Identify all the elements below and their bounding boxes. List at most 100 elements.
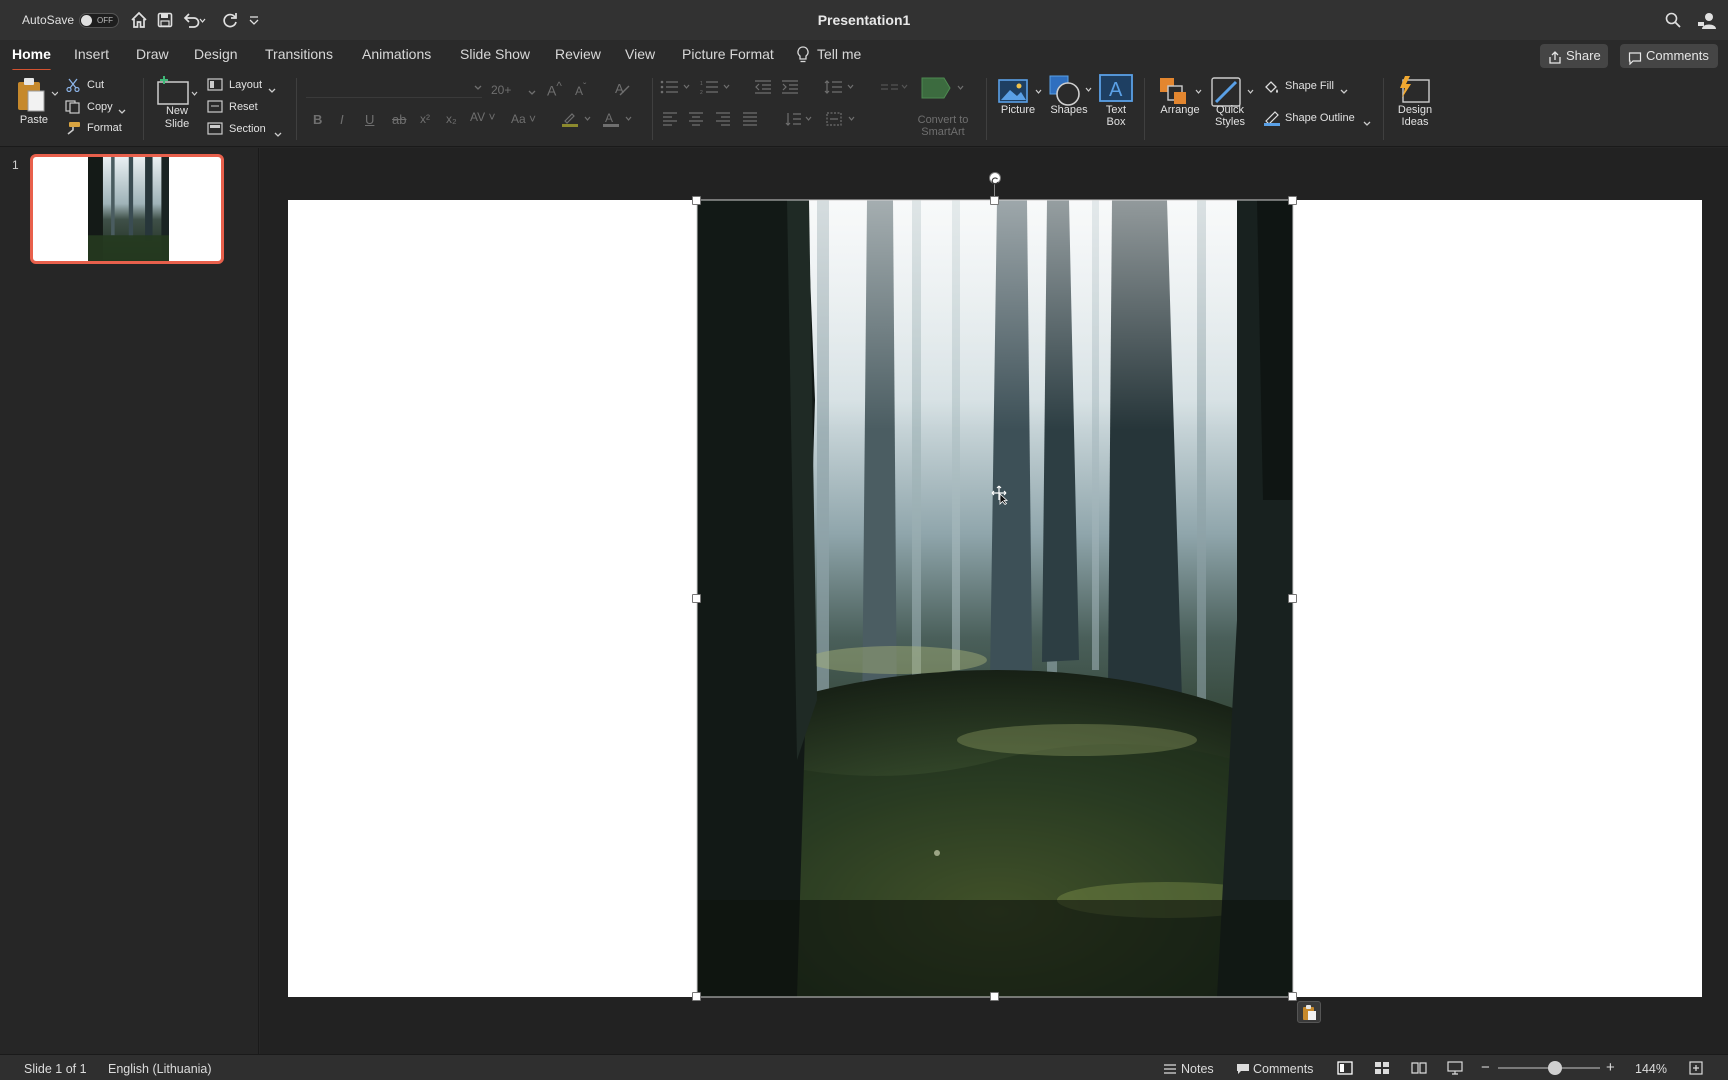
- italic-icon[interactable]: I: [340, 112, 344, 127]
- font-size-chevron-icon[interactable]: [528, 84, 536, 102]
- decrease-font-size-icon[interactable]: Aˇ: [575, 82, 586, 98]
- section-button[interactable]: Section: [229, 123, 266, 135]
- strikethrough-icon[interactable]: ab: [392, 112, 406, 127]
- resize-handle-bottom-right[interactable]: [1288, 992, 1297, 1001]
- numbering-icon[interactable]: 12: [700, 80, 734, 99]
- zoom-level[interactable]: 144%: [1635, 1062, 1667, 1076]
- resize-handle-bottom[interactable]: [990, 992, 999, 1001]
- slide-show-icon[interactable]: [1447, 1061, 1463, 1078]
- language-indicator[interactable]: English (Lithuania): [108, 1062, 212, 1076]
- section-chevron-icon[interactable]: [274, 126, 282, 144]
- tab-draw[interactable]: Draw: [136, 46, 169, 62]
- comments-status-icon: [1236, 1063, 1250, 1078]
- fit-to-window-icon[interactable]: [1689, 1061, 1703, 1078]
- resize-handle-top-right[interactable]: [1288, 196, 1297, 205]
- tell-me-search[interactable]: Tell me: [817, 46, 861, 62]
- normal-view-icon[interactable]: [1337, 1061, 1353, 1078]
- justify-icon[interactable]: [742, 112, 758, 131]
- decrease-indent-icon[interactable]: [754, 80, 772, 99]
- tab-insert[interactable]: Insert: [74, 46, 109, 62]
- font-color-icon[interactable]: A: [602, 110, 634, 133]
- shape-outline-chevron-icon[interactable]: [1363, 115, 1371, 133]
- shape-fill-chevron-icon[interactable]: [1340, 83, 1348, 101]
- slide-thumbnail[interactable]: [30, 154, 224, 264]
- tab-review[interactable]: Review: [555, 46, 601, 62]
- slide-sorter-icon[interactable]: [1374, 1061, 1390, 1078]
- svg-text:A: A: [615, 81, 624, 96]
- align-left-icon[interactable]: [662, 112, 678, 131]
- columns-icon[interactable]: [880, 79, 910, 100]
- bold-icon[interactable]: B: [313, 112, 322, 127]
- superscript-icon[interactable]: x²: [420, 112, 430, 126]
- shape-fill-button[interactable]: Shape Fill: [1285, 80, 1334, 92]
- shapes-icon[interactable]: [1048, 74, 1094, 108]
- shape-outline-icon: [1263, 110, 1281, 131]
- tab-picture-format[interactable]: Picture Format: [682, 46, 774, 62]
- bullets-icon[interactable]: [660, 80, 694, 99]
- paste-button[interactable]: [16, 76, 59, 118]
- copy-dropdown-chevron-icon[interactable]: [118, 103, 126, 121]
- arrange-label: Arrange: [1160, 104, 1200, 116]
- convert-to-smartart-icon[interactable]: [918, 76, 968, 107]
- new-slide-label-1: New: [165, 105, 188, 117]
- align-text-icon[interactable]: [825, 111, 861, 132]
- font-size-select[interactable]: 20+: [491, 83, 511, 97]
- comments-status-button[interactable]: Comments: [1253, 1062, 1313, 1076]
- notes-button[interactable]: Notes: [1181, 1062, 1214, 1076]
- tab-slide-show[interactable]: Slide Show: [460, 46, 530, 62]
- convert-to-smartart-label-1: Convert to: [917, 114, 969, 126]
- format-painter-button[interactable]: Format: [87, 122, 122, 134]
- highlight-color-icon[interactable]: [561, 110, 593, 133]
- reset-button[interactable]: Reset: [229, 101, 258, 113]
- increase-indent-icon[interactable]: [781, 80, 799, 99]
- quick-styles-label-2: Styles: [1215, 116, 1245, 128]
- account-icon[interactable]: [1697, 11, 1716, 29]
- rotate-handle-icon[interactable]: [989, 172, 1001, 185]
- zoom-out-icon[interactable]: −: [1481, 1059, 1490, 1076]
- layout-button[interactable]: Layout: [229, 79, 262, 91]
- convert-to-smartart-label-2: SmartArt: [921, 126, 965, 138]
- resize-handle-bottom-left[interactable]: [692, 992, 701, 1001]
- design-ideas-label-2: Ideas: [1401, 116, 1429, 128]
- character-spacing-icon[interactable]: AV ˅: [470, 110, 495, 124]
- text-box-icon[interactable]: A: [1099, 74, 1133, 104]
- tab-transitions[interactable]: Transitions: [265, 46, 333, 62]
- subscript-icon[interactable]: x₂: [446, 112, 457, 126]
- move-cursor-icon: [991, 485, 1011, 510]
- tab-design[interactable]: Design: [194, 46, 238, 62]
- paste-options-button[interactable]: [1297, 1001, 1321, 1023]
- comments-button[interactable]: Comments: [1620, 44, 1718, 68]
- resize-handle-top-left[interactable]: [692, 196, 701, 205]
- tab-animations[interactable]: Animations: [362, 46, 431, 62]
- ribbon-separator: [1144, 78, 1145, 140]
- shape-fill-icon: [1263, 79, 1281, 100]
- increase-font-size-icon[interactable]: A^: [547, 80, 562, 99]
- shape-outline-button[interactable]: Shape Outline: [1285, 112, 1355, 124]
- text-direction-icon[interactable]: [784, 111, 816, 132]
- line-spacing-icon[interactable]: [824, 79, 856, 100]
- tab-home[interactable]: Home: [12, 46, 51, 72]
- design-ideas-icon[interactable]: [1397, 74, 1431, 106]
- search-icon[interactable]: [1664, 11, 1682, 29]
- underline-icon[interactable]: U: [365, 112, 374, 127]
- resize-handle-right[interactable]: [1288, 594, 1297, 603]
- share-button[interactable]: Share: [1540, 44, 1608, 68]
- design-ideas-label-1: Design: [1397, 104, 1433, 116]
- reading-view-icon[interactable]: [1411, 1061, 1427, 1078]
- layout-chevron-icon[interactable]: [268, 82, 276, 100]
- align-right-icon[interactable]: [715, 112, 731, 131]
- zoom-in-icon[interactable]: +: [1606, 1059, 1615, 1076]
- share-label: Share: [1566, 48, 1601, 63]
- clear-formatting-icon[interactable]: A: [614, 80, 630, 101]
- ribbon-tabs: Home Insert Draw Design Transitions Anim…: [0, 40, 1728, 72]
- font-family-select[interactable]: [306, 78, 482, 98]
- resize-handle-left[interactable]: [692, 594, 701, 603]
- tab-view[interactable]: View: [625, 46, 655, 62]
- cut-button[interactable]: Cut: [87, 79, 104, 91]
- copy-button[interactable]: Copy: [87, 101, 113, 113]
- resize-handle-top[interactable]: [990, 196, 999, 205]
- align-center-icon[interactable]: [688, 112, 704, 131]
- change-case-icon[interactable]: Aa ˅: [511, 112, 536, 126]
- svg-text:2: 2: [700, 90, 703, 94]
- zoom-slider-thumb[interactable]: [1548, 1061, 1562, 1075]
